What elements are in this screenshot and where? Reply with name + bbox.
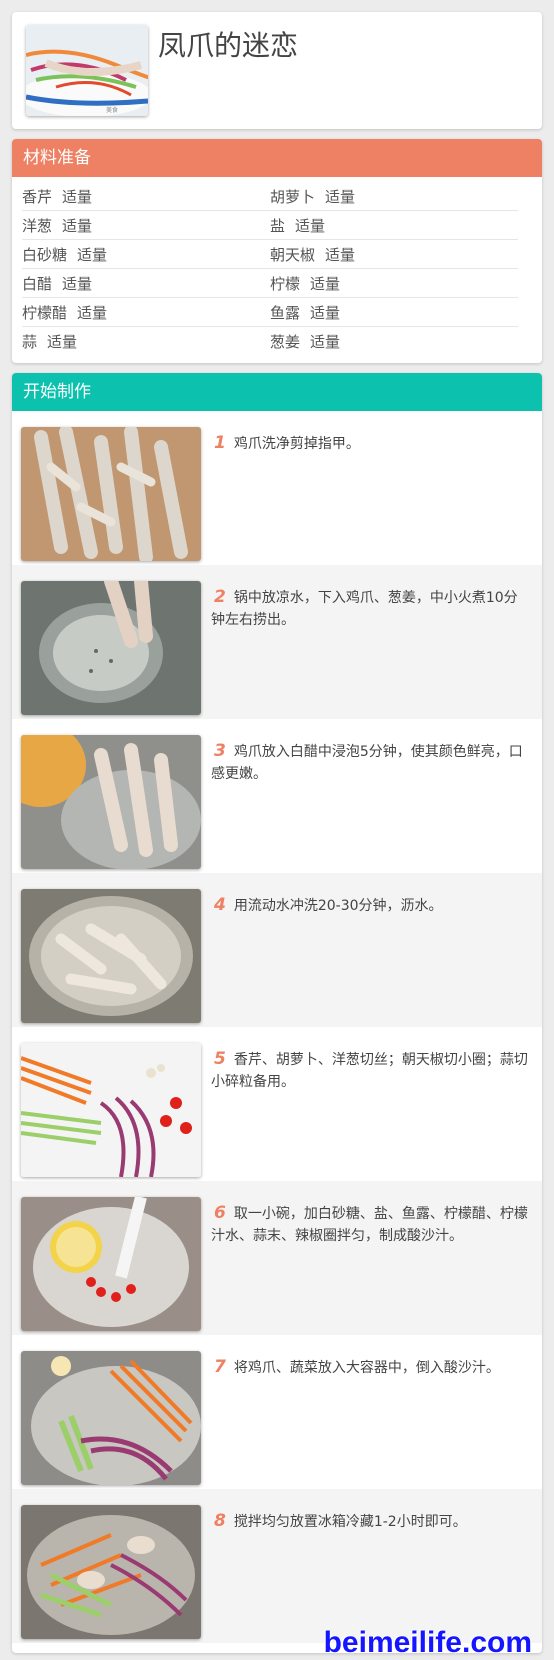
- recipe-title: 凤爪的迷恋: [158, 29, 299, 62]
- step-number: 4: [214, 895, 226, 915]
- ingredient-item[interactable]: 柠檬醋 适量: [22, 302, 270, 323]
- ingredient-name: 白砂糖: [22, 245, 68, 264]
- ingredient-item[interactable]: 白醋 适量: [22, 273, 270, 294]
- step-item: 8 搅拌均匀放置冰箱冷藏1-2小时即可。: [12, 1489, 542, 1643]
- ingredient-row: 香芹 适量 胡萝卜 适量: [22, 182, 518, 211]
- ingredient-amount: 适量: [310, 303, 341, 322]
- ingredient-row: 白醋 适量 柠檬 适量: [22, 269, 518, 298]
- ingredient-item[interactable]: 白砂糖 适量: [22, 244, 270, 265]
- ingredient-name: 柠檬: [270, 274, 301, 293]
- ingredient-item[interactable]: 鱼露 适量: [270, 302, 518, 323]
- step-photo[interactable]: [21, 735, 201, 869]
- step-item: 3 鸡爪放入白醋中浸泡5分钟，使其颜色鲜亮，口感更嫩。: [12, 719, 542, 873]
- step-number: 6: [214, 1203, 226, 1223]
- ingredient-row: 柠檬醋 适量 鱼露 适量: [22, 298, 518, 327]
- ingredient-name: 白醋: [22, 274, 53, 293]
- ingredient-name: 柠檬醋: [22, 303, 68, 322]
- steps-card: 开始制作 1 鸡爪洗净剪掉指甲。 2 锅中放凉水，下入鸡爪、葱姜，中小火煮10分钟左…: [12, 373, 542, 1653]
- step-description: 锅中放凉水，下入鸡爪、葱姜，中小火煮10分钟左右捞出。: [211, 590, 518, 628]
- ingredient-amount: 适量: [325, 245, 356, 264]
- step-number: 7: [214, 1357, 226, 1377]
- ingredient-item[interactable]: 香芹 适量: [22, 186, 270, 207]
- ingredient-amount: 适量: [295, 216, 326, 235]
- ingredient-amount: 适量: [47, 333, 78, 351]
- step-text: 6 取一小碗，加白砂糖、盐、鱼露、柠檬醋、柠檬汁水、蒜末、辣椒圈拌匀，制成酸沙汁。: [211, 1202, 528, 1247]
- step-text: 8 搅拌均匀放置冰箱冷藏1-2小时即可。: [211, 1510, 528, 1533]
- ingredients-card: 材料准备 香芹 适量 胡萝卜 适量 洋葱 适量 盐适量 白砂糖 适量 朝天椒 适量 白醋适…: [12, 139, 542, 363]
- step-description: 香芹、胡萝卜、洋葱切丝；朝天椒切小圈；蒜切小碎粒备用。: [211, 1052, 528, 1090]
- ingredient-name: 香芹: [22, 187, 53, 206]
- step-item: 2 锅中放凉水，下入鸡爪、葱姜，中小火煮10分钟左右捞出。: [12, 565, 542, 719]
- ingredient-item[interactable]: 葱姜 适量: [270, 331, 518, 352]
- ingredient-name: 蒜: [22, 333, 38, 351]
- step-text: 5 香芹、胡萝卜、洋葱切丝；朝天椒切小圈；蒜切小碎粒备用。: [211, 1048, 528, 1093]
- ingredient-amount: 适量: [62, 216, 93, 235]
- step-number: 3: [214, 741, 226, 761]
- ingredient-amount: 适量: [310, 274, 341, 293]
- ingredient-name: 胡萝卜: [270, 187, 316, 206]
- ingredient-row: 蒜适量 葱姜 适量: [22, 327, 518, 356]
- ingredient-name: 洋葱: [22, 216, 53, 235]
- step-photo[interactable]: [21, 1351, 201, 1485]
- step-number: 5: [214, 1049, 226, 1069]
- ingredients-heading: 材料准备: [12, 139, 542, 177]
- step-photo[interactable]: [21, 581, 201, 715]
- ingredient-amount: 适量: [77, 303, 108, 322]
- step-photo[interactable]: [21, 889, 201, 1023]
- ingredient-item[interactable]: 柠檬 适量: [270, 273, 518, 294]
- ingredient-name: 朝天椒: [270, 245, 316, 264]
- step-description: 鸡爪洗净剪掉指甲。: [233, 436, 360, 452]
- ingredient-row: 白砂糖 适量 朝天椒 适量: [22, 240, 518, 269]
- step-item: 7 将鸡爪、蔬菜放入大容器中，倒入酸沙汁。: [12, 1335, 542, 1489]
- step-photo[interactable]: [21, 1043, 201, 1177]
- step-item: 5 香芹、胡萝卜、洋葱切丝；朝天椒切小圈；蒜切小碎粒备用。: [12, 1027, 542, 1181]
- step-photo[interactable]: [21, 427, 201, 561]
- ingredient-amount: 适量: [62, 274, 93, 293]
- step-photo[interactable]: [21, 1197, 201, 1331]
- step-description: 取一小碗，加白砂糖、盐、鱼露、柠檬醋、柠檬汁水、蒜末、辣椒圈拌匀，制成酸沙汁。: [211, 1206, 528, 1244]
- ingredient-name: 盐: [270, 216, 286, 235]
- step-description: 将鸡爪、蔬菜放入大容器中，倒入酸沙汁。: [233, 1360, 500, 1376]
- site-watermark: beimeilife.com: [323, 1626, 532, 1659]
- step-text: 2 锅中放凉水，下入鸡爪、葱姜，中小火煮10分钟左右捞出。: [211, 586, 528, 631]
- step-photo[interactable]: [21, 1505, 201, 1639]
- svg-text:美食: 美食: [106, 106, 118, 114]
- step-description: 搅拌均匀放置冰箱冷藏1-2小时即可。: [233, 1514, 467, 1530]
- ingredient-amount: 适量: [310, 333, 341, 351]
- step-text: 7 将鸡爪、蔬菜放入大容器中，倒入酸沙汁。: [211, 1356, 528, 1379]
- ingredient-item[interactable]: 蒜适量: [22, 331, 270, 352]
- step-description: 用流动水冲洗20-30分钟，沥水。: [233, 898, 443, 914]
- recipe-header-card: 美食 凤爪的迷恋: [12, 12, 542, 129]
- ingredient-item[interactable]: 朝天椒 适量: [270, 244, 518, 265]
- step-item: 6 取一小碗，加白砂糖、盐、鱼露、柠檬醋、柠檬汁水、蒜末、辣椒圈拌匀，制成酸沙汁。: [12, 1181, 542, 1335]
- step-text: 3 鸡爪放入白醋中浸泡5分钟，使其颜色鲜亮，口感更嫩。: [211, 740, 528, 785]
- step-number: 8: [214, 1511, 226, 1531]
- step-text: 1 鸡爪洗净剪掉指甲。: [211, 432, 528, 455]
- ingredient-amount: 适量: [77, 245, 108, 264]
- steps-heading: 开始制作: [12, 373, 542, 411]
- ingredient-item[interactable]: 胡萝卜 适量: [270, 186, 518, 207]
- ingredient-item[interactable]: 盐适量: [270, 215, 518, 236]
- step-number: 1: [214, 433, 226, 453]
- recipe-cover-image[interactable]: 美食: [26, 25, 148, 116]
- step-description: 鸡爪放入白醋中浸泡5分钟，使其颜色鲜亮，口感更嫩。: [211, 744, 523, 782]
- ingredient-amount: 适量: [325, 187, 356, 206]
- ingredient-item[interactable]: 洋葱 适量: [22, 215, 270, 236]
- step-item: 4 用流动水冲洗20-30分钟，沥水。: [12, 873, 542, 1027]
- step-text: 4 用流动水冲洗20-30分钟，沥水。: [211, 894, 528, 917]
- ingredients-list: 香芹 适量 胡萝卜 适量 洋葱 适量 盐适量 白砂糖 适量 朝天椒 适量 白醋 适量 柠檬适…: [12, 177, 542, 356]
- ingredient-name: 鱼露: [270, 303, 301, 322]
- ingredient-name: 葱姜: [270, 333, 301, 351]
- ingredient-row: 洋葱 适量 盐适量: [22, 211, 518, 240]
- step-number: 2: [214, 587, 226, 607]
- ingredient-amount: 适量: [62, 187, 93, 206]
- step-item: 1 鸡爪洗净剪掉指甲。: [12, 411, 542, 565]
